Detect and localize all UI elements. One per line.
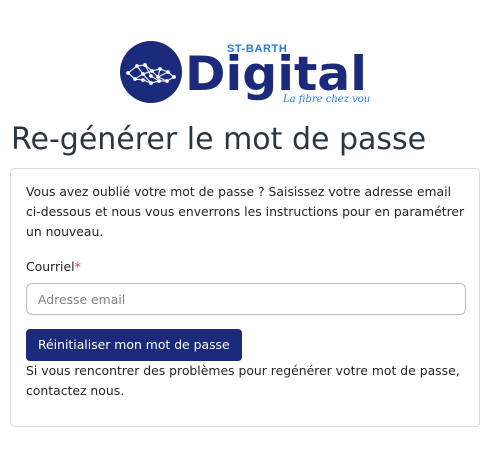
reset-password-button[interactable]: Réinitialiser mon mot de passe <box>26 329 242 361</box>
contact-us-link[interactable]: contactez nous <box>26 383 120 398</box>
logo-tagline-text: La fibre chez vous <box>282 94 370 105</box>
email-label-text: Courriel <box>26 259 75 274</box>
help-text-prefix: Si vous rencontrer des problèmes pour re… <box>26 363 460 378</box>
help-text-suffix: . <box>120 383 125 398</box>
instructions-text: Vous avez oublié votre mot de passe ? Sa… <box>26 184 465 239</box>
required-marker: * <box>74 259 81 274</box>
password-reset-card: Vous avez oublié votre mot de passe ? Sa… <box>10 168 480 427</box>
st-barth-digital-logo: ST-BARTH Digital La fibre chez vous <box>120 41 370 105</box>
email-input[interactable] <box>26 283 466 315</box>
help-text: Si vous rencontrer des problèmes pour re… <box>26 361 466 401</box>
page-title: Re-générer le mot de passe <box>11 122 427 157</box>
email-label: Courriel* <box>26 257 81 277</box>
